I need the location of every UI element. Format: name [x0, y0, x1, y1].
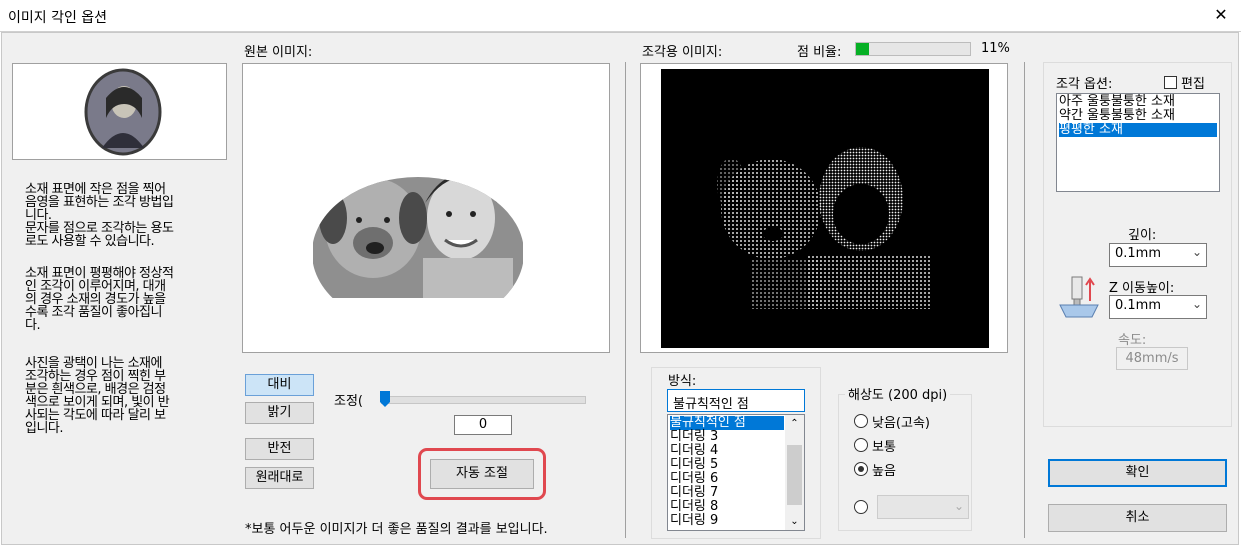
divider	[1024, 62, 1025, 538]
adjust-slider-label: 조정(	[334, 394, 363, 409]
resolution-custom-combo[interactable]: ⌄	[877, 495, 969, 519]
resolution-custom-radio[interactable]	[854, 500, 868, 514]
dot-ratio-fill	[856, 43, 869, 55]
dot-ratio-progress	[855, 42, 971, 56]
description-paragraph-3: 사진을 광택이 나는 소재에 조각하는 경우 점이 찍힌 부 분은 흰색으로, 배경…	[25, 356, 170, 436]
ok-button[interactable]: 확인	[1048, 459, 1227, 487]
depth-combo[interactable]: 0.1mm ⌄	[1109, 243, 1207, 267]
engrave-option[interactable]: 아주 울퉁불퉁한 소재	[1059, 95, 1175, 109]
invert-button[interactable]: 반전	[245, 438, 314, 460]
cancel-button[interactable]: 취소	[1048, 504, 1227, 532]
engrave-options-listbox[interactable]: 아주 울퉁불퉁한 소재 약간 울퉁불퉁한 소재 평평한 소재	[1056, 93, 1220, 192]
restore-button[interactable]: 원래대로	[245, 467, 314, 489]
speed-field: 48mm/s	[1116, 347, 1188, 370]
close-icon[interactable]: ✕	[1209, 4, 1233, 26]
adjust-slider-thumb[interactable]	[379, 390, 391, 408]
method-option[interactable]: 디더링 8	[670, 500, 718, 514]
speed-label: 속도:	[1118, 333, 1147, 348]
engrave-dither-photo	[717, 147, 931, 309]
method-option[interactable]: 디더링 9	[670, 514, 718, 528]
engrave-option[interactable]: 평평한 소재	[1059, 123, 1217, 137]
method-label: 방식:	[668, 374, 697, 389]
z-height-combo[interactable]: 0.1mm ⌄	[1109, 295, 1207, 319]
dot-ratio-value: 11%	[981, 41, 1010, 56]
divider	[625, 62, 626, 538]
resolution-normal-label[interactable]: 보통	[872, 436, 896, 455]
auto-adjust-button[interactable]: 자동 조절	[430, 459, 534, 489]
resolution-low-label[interactable]: 낮음(고속)	[872, 412, 930, 431]
chevron-down-icon: ⌄	[1191, 297, 1202, 311]
mona-lisa-thumbnail	[84, 68, 162, 156]
method-scrollbar[interactable]: ⌃ ⌄	[785, 415, 804, 530]
adjust-slider-track[interactable]	[381, 396, 586, 404]
z-movement-icon	[1059, 276, 1099, 318]
resolution-title: 해상도 (200 dpi)	[845, 384, 951, 403]
resolution-high-radio[interactable]	[854, 462, 868, 476]
contrast-button[interactable]: 대비	[245, 374, 314, 396]
scroll-down-icon[interactable]: ⌄	[785, 513, 804, 530]
sample-preview-panel	[12, 63, 227, 160]
quality-note: *보통 어두운 이미지가 더 좋은 품질의 결과를 보입니다.	[245, 522, 548, 537]
method-option[interactable]: 디더링 5	[670, 458, 718, 472]
description-paragraph-1: 소재 표면에 작은 점을 찍어 음영을 표현하는 조각 방법입 니다. 문자를 점으로…	[25, 182, 174, 249]
engrave-image-panel	[640, 63, 1008, 353]
method-option[interactable]: 불규칙적인 점	[670, 416, 784, 430]
scrollbar-thumb[interactable]	[787, 445, 802, 505]
resolution-high-label[interactable]: 높음	[872, 460, 896, 479]
dot-ratio-label: 점 비율:	[797, 45, 842, 60]
resolution-normal-radio[interactable]	[854, 438, 868, 452]
depth-value: 0.1mm	[1115, 246, 1162, 261]
method-option[interactable]: 디더링 4	[670, 444, 718, 458]
description-paragraph-2: 소재 표면이 평평해야 정상적 인 조각이 이루어지며, 대개 의 경우 소재의 경…	[25, 266, 174, 333]
engrave-preview	[661, 69, 989, 348]
edit-checkbox[interactable]	[1164, 76, 1177, 89]
adjust-value-field[interactable]: 0	[454, 415, 512, 435]
method-option[interactable]: 디더링 6	[670, 472, 718, 486]
method-option[interactable]: 디더링 3	[670, 430, 718, 444]
engrave-image-label: 조각용 이미지:	[642, 45, 723, 60]
source-image-label: 원본 이미지:	[244, 45, 313, 60]
method-selected-value: 불규칙적인 점	[673, 397, 749, 412]
source-photo	[313, 177, 523, 298]
engrave-options-label: 조각 옵션:	[1056, 77, 1113, 92]
scroll-up-icon[interactable]: ⌃	[785, 415, 804, 432]
method-combo[interactable]: 불규칙적인 점	[667, 389, 805, 412]
resolution-low-radio[interactable]	[854, 414, 868, 428]
chevron-down-icon: ⌄	[953, 499, 964, 513]
chevron-down-icon: ⌄	[1191, 245, 1202, 259]
brightness-button[interactable]: 밝기	[245, 402, 314, 424]
title-bar: 이미지 각인 옵션 ✕	[0, 0, 1241, 32]
depth-label: 깊이:	[1128, 228, 1157, 243]
method-option[interactable]: 디더링 7	[670, 486, 718, 500]
z-height-label: Z 이동높이:	[1109, 281, 1175, 296]
window-title: 이미지 각인 옵션	[8, 10, 108, 26]
edit-checkbox-label[interactable]: 편집	[1181, 73, 1205, 92]
method-listbox[interactable]: 불규칙적인 점 디더링 3 디더링 4 디더링 5 디더링 6 디더링 7 디더…	[667, 414, 805, 531]
z-height-value: 0.1mm	[1115, 298, 1162, 313]
source-image-panel	[242, 63, 610, 353]
engrave-option[interactable]: 약간 울퉁불퉁한 소재	[1059, 109, 1175, 123]
